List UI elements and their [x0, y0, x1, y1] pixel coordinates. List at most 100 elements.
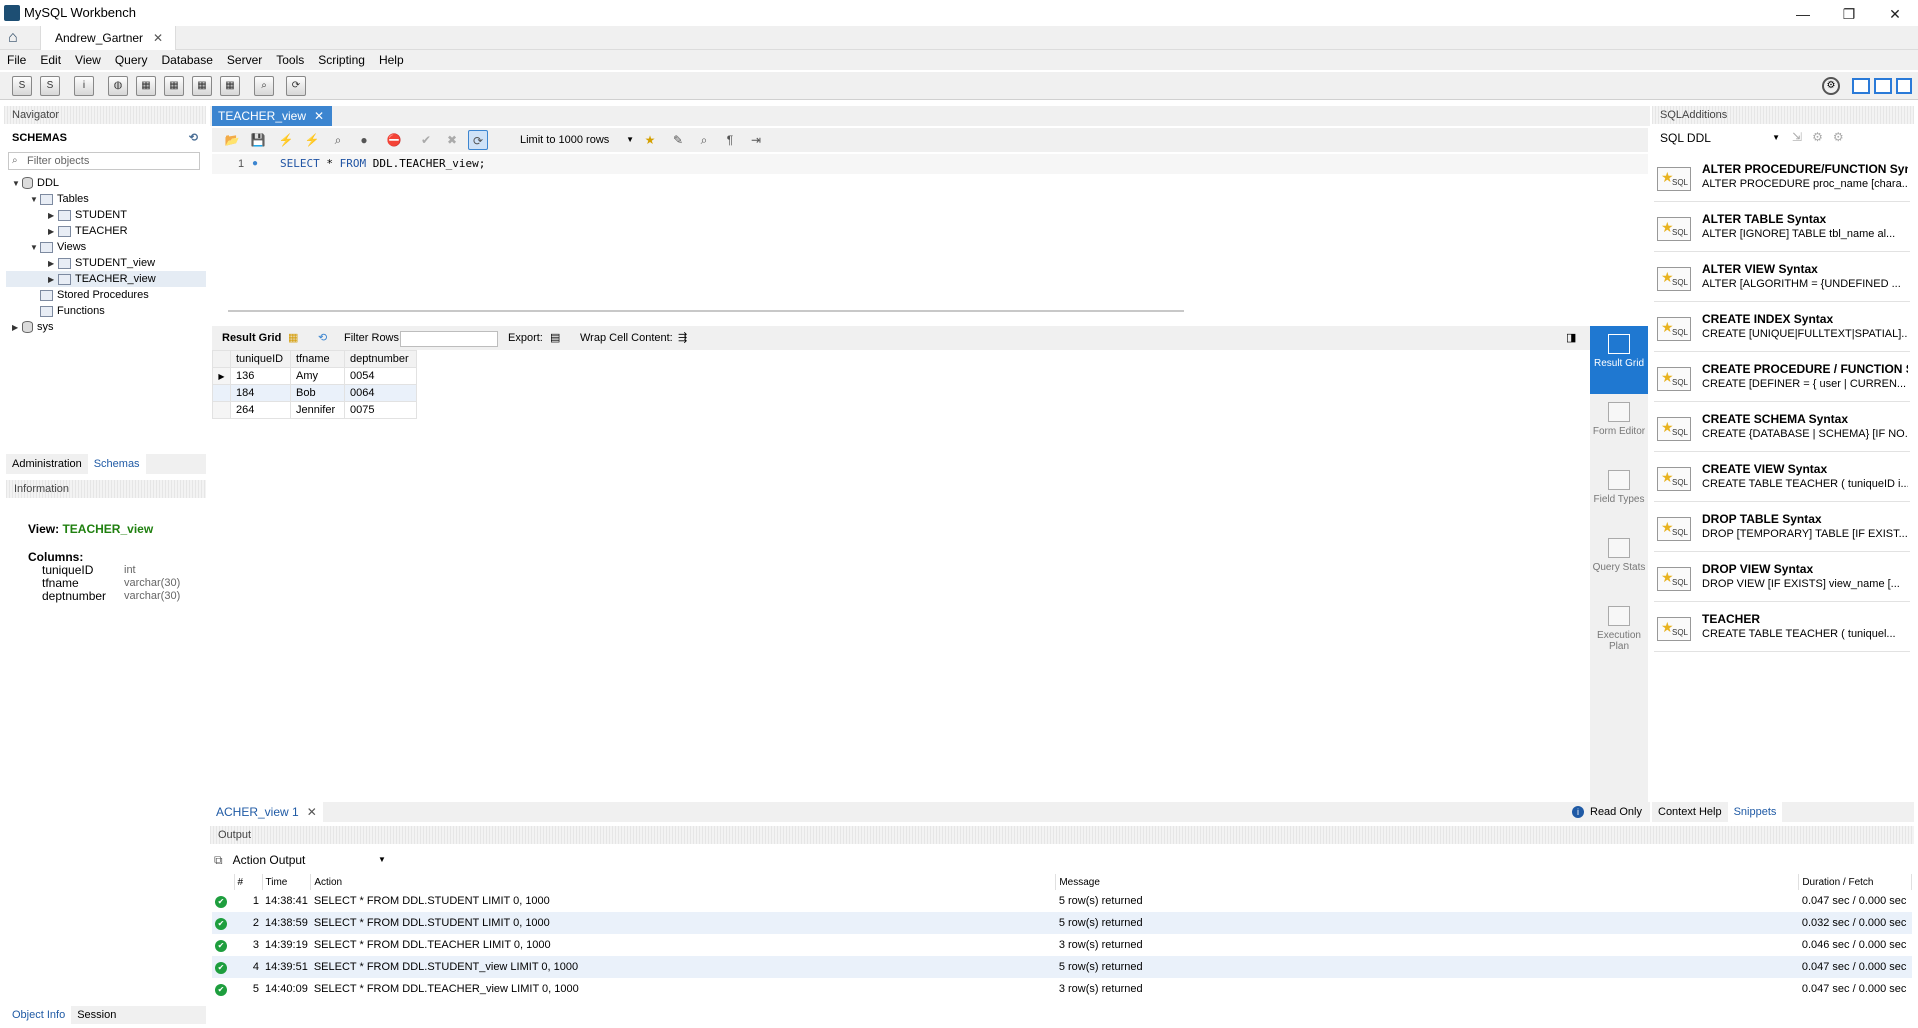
sql-code-line[interactable]: SELECT * FROM DDL.TEACHER_view;: [280, 156, 485, 172]
snippet-item[interactable]: SQL ALTER VIEW Syntax ALTER [ALGORITHM = {…: [1654, 254, 1910, 302]
menu-tools[interactable]: Tools: [269, 50, 311, 70]
toggle-error-icon[interactable]: ⛔: [384, 130, 404, 150]
tree-item-functions[interactable]: Functions: [40, 303, 105, 319]
toggle-sidebar-icon[interactable]: [1852, 78, 1870, 94]
grid-cell[interactable]: 0054: [344, 367, 417, 385]
execute-icon[interactable]: ⚡: [276, 130, 296, 150]
create-view-icon[interactable]: ▦: [164, 76, 184, 96]
filter-rows-input[interactable]: [400, 331, 498, 347]
editor-tab-teacher-view[interactable]: TEACHER_view ✕: [212, 106, 333, 126]
commit-icon[interactable]: ✔: [416, 130, 436, 150]
snippet-item[interactable]: SQL ALTER TABLE Syntax ALTER [IGNORE] TABL…: [1654, 204, 1910, 252]
snippet-item[interactable]: SQL CREATE VIEW Syntax CREATE TABLE TEACHE…: [1654, 454, 1910, 502]
output-type-select[interactable]: ⧉ Action Output ▼: [214, 850, 414, 870]
column-header[interactable]: tfname: [290, 350, 345, 368]
new-sql-tab-icon[interactable]: S: [12, 76, 32, 96]
tree-item-student[interactable]: ▶ STUDENT: [48, 207, 127, 223]
search-table-data-icon[interactable]: ⌕: [254, 76, 274, 96]
copy-icon[interactable]: ⧉: [214, 850, 230, 870]
invisible-chars-icon[interactable]: ¶: [720, 130, 740, 150]
grid-cell[interactable]: Jennifer: [290, 401, 345, 419]
open-sql-script-icon[interactable]: S: [40, 76, 60, 96]
tree-item-stored-procedures[interactable]: Stored Procedures: [40, 287, 149, 303]
collapse-arrow-icon[interactable]: ▶: [12, 320, 22, 336]
delete-snippet-icon[interactable]: ⚙: [1833, 130, 1854, 144]
tree-item-views[interactable]: ▼ Views: [30, 239, 86, 255]
result-tab[interactable]: ACHER_view 1 ✕: [210, 802, 323, 822]
side-tab-result-grid[interactable]: Result Grid: [1590, 326, 1648, 394]
tree-item-teacher-view[interactable]: ▶ TEACHER_view: [6, 271, 206, 287]
export-icon[interactable]: ▤: [550, 326, 560, 350]
find-icon[interactable]: ⌕: [694, 130, 714, 150]
grid-cell[interactable]: 0064: [344, 384, 417, 402]
column-header[interactable]: tuniqueID: [230, 350, 291, 368]
grid-cell[interactable]: 184: [230, 384, 291, 402]
menu-database[interactable]: Database: [155, 50, 220, 70]
side-tab-field-types[interactable]: Field Types: [1590, 470, 1648, 534]
collapse-arrow-icon[interactable]: ▶: [48, 272, 58, 288]
word-wrap-icon[interactable]: ⇥: [746, 130, 766, 150]
grid-cell[interactable]: Amy: [290, 367, 345, 385]
toggle-secondary-sidebar-icon[interactable]: [1896, 78, 1912, 94]
refresh-schemas-icon[interactable]: ⟲: [189, 128, 198, 148]
grid-cell[interactable]: 0075: [344, 401, 417, 419]
tab-context-help[interactable]: Context Help: [1652, 802, 1728, 822]
menu-server[interactable]: Server: [220, 50, 269, 70]
tab-schemas[interactable]: Schemas: [87, 454, 146, 474]
close-tab-icon[interactable]: ✕: [153, 31, 163, 45]
menu-edit[interactable]: Edit: [33, 50, 68, 70]
execute-current-icon[interactable]: ⚡: [302, 130, 322, 150]
close-tab-icon[interactable]: ✕: [307, 805, 317, 819]
create-function-icon[interactable]: ▦: [220, 76, 240, 96]
refresh-icon[interactable]: ⟲: [318, 326, 327, 350]
horizontal-scrollbar[interactable]: [228, 310, 1184, 312]
table-row[interactable]: 264 Jennifer 0075: [212, 401, 417, 419]
settings-gear-icon[interactable]: ⚙: [1822, 77, 1840, 95]
expand-arrow-icon[interactable]: ▼: [30, 240, 40, 256]
limit-rows-select[interactable]: Limit to 1000 rows ▼: [516, 131, 636, 149]
menu-help[interactable]: Help: [372, 50, 411, 70]
table-row[interactable]: ✔ 5 14:40:09 SELECT * FROM DDL.TEACHER_view…: [212, 978, 1912, 1000]
open-file-icon[interactable]: 📂: [222, 130, 242, 150]
snippet-item[interactable]: SQL ALTER PROCEDURE/FUNCTION Syn... ALTER …: [1654, 154, 1910, 202]
tree-item-teacher[interactable]: ▶ TEACHER: [48, 223, 128, 239]
stop-icon[interactable]: ●: [354, 130, 374, 150]
collapse-arrow-icon[interactable]: ▶: [48, 224, 58, 240]
grid-icon[interactable]: ▦: [288, 326, 298, 350]
close-window-button[interactable]: ✕: [1872, 2, 1918, 26]
table-row[interactable]: ✔ 3 14:39:19 SELECT * FROM DDL.TEACHER LIMI…: [212, 934, 1912, 956]
side-tab-execution-plan[interactable]: Execution Plan: [1590, 606, 1648, 670]
collapse-arrow-icon[interactable]: ▶: [48, 256, 58, 272]
side-tab-form-editor[interactable]: Form Editor: [1590, 402, 1648, 466]
snippet-item[interactable]: SQL CREATE SCHEMA Syntax CREATE {DATABASE …: [1654, 404, 1910, 452]
tab-object-info[interactable]: Object Info: [6, 1006, 72, 1024]
connection-tab[interactable]: Andrew_Gartner ✕: [40, 26, 177, 50]
create-table-icon[interactable]: ▦: [136, 76, 156, 96]
toggle-panel-icon[interactable]: ◨: [1566, 326, 1576, 350]
tree-item-sys[interactable]: ▶ sys: [12, 319, 54, 335]
menu-query[interactable]: Query: [108, 50, 155, 70]
restore-button[interactable]: ❐: [1826, 2, 1872, 26]
table-row[interactable]: ✔ 1 14:38:41 SELECT * FROM DDL.STUDENT LIMI…: [212, 890, 1912, 912]
inspector-icon[interactable]: i: [74, 76, 94, 96]
expand-arrow-icon[interactable]: ▼: [30, 192, 40, 208]
tab-administration[interactable]: Administration: [6, 454, 88, 474]
wrap-cell-icon[interactable]: ⇶: [678, 326, 687, 350]
snippet-item[interactable]: SQL CREATE PROCEDURE / FUNCTION S... CREAT…: [1654, 354, 1910, 402]
tree-item-student-view[interactable]: ▶ STUDENT_view: [48, 255, 155, 271]
menu-file[interactable]: File: [0, 50, 33, 70]
column-header[interactable]: deptnumber: [344, 350, 417, 368]
collapse-arrow-icon[interactable]: ▶: [48, 208, 58, 224]
create-schema-icon[interactable]: ◍: [108, 76, 128, 96]
snippet-category-select[interactable]: SQL DDL ▼: [1654, 128, 1784, 148]
side-tab-query-stats[interactable]: Query Stats: [1590, 538, 1648, 602]
tab-snippets[interactable]: Snippets: [1727, 802, 1783, 822]
table-row[interactable]: 184 Bob 0064: [212, 384, 417, 402]
home-icon[interactable]: ⌂: [8, 29, 36, 47]
tree-item-ddl[interactable]: ▼ DDL: [12, 175, 59, 191]
snippet-item[interactable]: SQL DROP TABLE Syntax DROP [TEMPORARY] TAB…: [1654, 504, 1910, 552]
create-procedure-icon[interactable]: ▦: [192, 76, 212, 96]
beautify-icon[interactable]: ✎: [668, 130, 688, 150]
tab-session[interactable]: Session: [71, 1006, 122, 1024]
snippet-item[interactable]: SQL TEACHER CREATE TABLE TEACHER ( tunique…: [1654, 604, 1910, 652]
